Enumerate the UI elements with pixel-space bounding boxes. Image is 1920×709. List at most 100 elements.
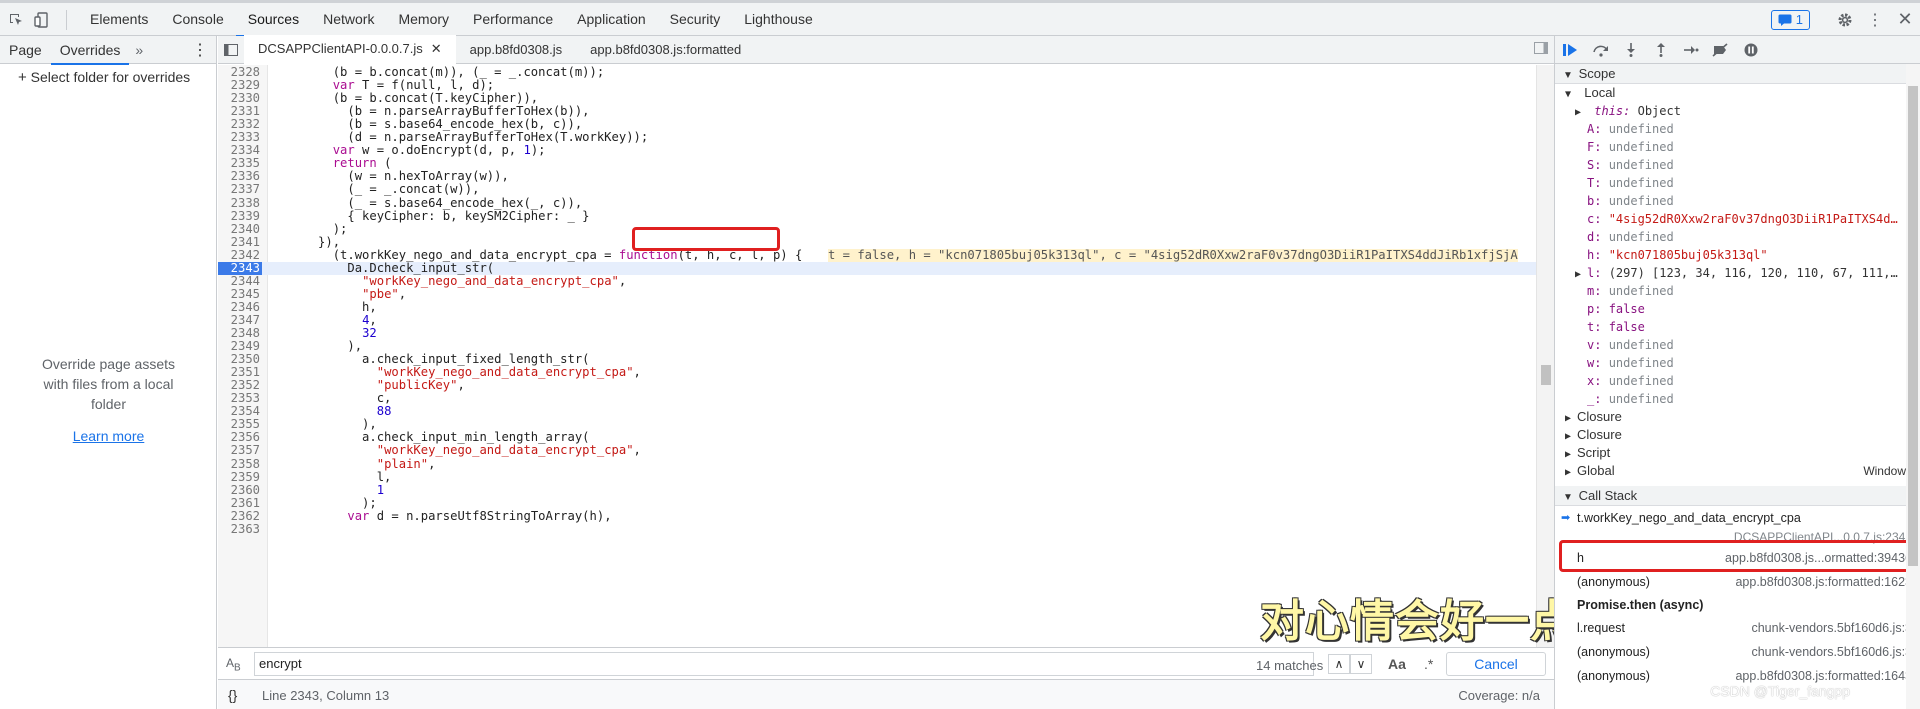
line-number[interactable]: 2344 xyxy=(218,274,262,288)
line-number[interactable]: 2346 xyxy=(218,300,262,314)
close-devtools-icon[interactable]: ✕ xyxy=(1890,3,1920,36)
scope-variable-row[interactable]: A: undefined xyxy=(1565,120,1920,138)
line-number[interactable]: 2347 xyxy=(218,313,262,327)
close-tab-icon[interactable]: ✕ xyxy=(431,35,442,63)
line-number[interactable]: 2338 xyxy=(218,196,262,210)
tab-application[interactable]: Application xyxy=(565,3,658,36)
line-number[interactable]: 2340 xyxy=(218,222,262,236)
code-line[interactable]: 2328 (b = b.concat(m)), (_ = _.concat(m)… xyxy=(218,66,1536,79)
line-number[interactable]: 2355 xyxy=(218,418,262,431)
device-toolbar-icon[interactable] xyxy=(34,11,50,28)
line-number[interactable]: 2337 xyxy=(218,183,262,196)
scope-variable-row[interactable]: ▶ l: (297) [123, 34, 116, 120, 110, 67, 1… xyxy=(1565,264,1920,282)
scope-variable-row[interactable]: S: undefined xyxy=(1565,156,1920,174)
scope-this-row[interactable]: ▶ this: Object xyxy=(1565,102,1920,120)
next-match-chevron-down-icon[interactable]: ∨ xyxy=(1350,654,1372,674)
line-number[interactable]: 2343 xyxy=(218,261,262,275)
line-number[interactable]: 2333 xyxy=(218,131,262,144)
line-number[interactable]: 2339 xyxy=(218,209,262,223)
match-case-button[interactable]: Aa xyxy=(1388,656,1406,672)
line-number[interactable]: 2332 xyxy=(218,118,262,131)
line-number[interactable]: 2341 xyxy=(218,235,262,249)
line-number[interactable]: 2336 xyxy=(218,170,262,183)
scope-variable-row[interactable]: F: undefined xyxy=(1565,138,1920,156)
file-tab[interactable]: app.b8fd0308.js xyxy=(456,36,577,64)
scope-variable-row[interactable]: p: false xyxy=(1565,300,1920,318)
line-number[interactable]: 2354 xyxy=(218,405,262,418)
code-line[interactable]: 2353 c, xyxy=(218,392,1536,405)
line-number[interactable]: 2331 xyxy=(218,105,262,118)
code-line[interactable]: 2329 var T = f(null, l, d); xyxy=(218,79,1536,92)
more-options-kebab-icon[interactable]: ⋮ xyxy=(1860,3,1890,36)
cancel-button[interactable]: Cancel xyxy=(1446,652,1546,676)
call-frame[interactable]: l.request chunk-vendors.5bf160d6.js:3 xyxy=(1555,616,1920,640)
code-line[interactable]: 2330 (b = b.concat(T.keyCipher)), xyxy=(218,92,1536,105)
pause-on-exceptions-icon[interactable] xyxy=(1741,43,1761,57)
code-line[interactable]: 2343 Da.Dcheck_input_str( xyxy=(218,261,1536,275)
select-folder-button[interactable]: + Select folder for overrides xyxy=(0,64,216,90)
tab-performance[interactable]: Performance xyxy=(461,3,565,36)
tab-elements[interactable]: Elements xyxy=(78,3,160,36)
code-line[interactable]: 2337 (_ = _.concat(w)), xyxy=(218,183,1536,196)
scope-variable-row[interactable]: c: "4sig52dR0Xxw2raF0v37dngO3DiiR1PaITXS… xyxy=(1565,210,1920,228)
code-area[interactable]: 2328 (b = b.concat(m)), (_ = _.concat(m)… xyxy=(218,65,1554,661)
code-line[interactable]: 2358 "plain", xyxy=(218,457,1536,471)
code-line[interactable]: 2340 ); xyxy=(218,222,1536,236)
code-line[interactable]: 2363 xyxy=(218,522,1536,536)
scope-variable-row[interactable]: T: undefined xyxy=(1565,174,1920,192)
scope-variable-row[interactable]: b: undefined xyxy=(1565,192,1920,210)
line-number[interactable]: 2349 xyxy=(218,340,262,353)
scope-variable-row[interactable]: t: false xyxy=(1565,318,1920,336)
code-line[interactable]: 2332 (b = s.base64_encode_hex(b, c)), xyxy=(218,118,1536,131)
navigator-menu-kebab-icon[interactable]: ⋮ xyxy=(192,40,208,60)
step-over-icon[interactable] xyxy=(1591,43,1611,57)
code-line[interactable]: 2351 "workKey_nego_and_data_encrypt_cpa"… xyxy=(218,366,1536,379)
settings-gear-icon[interactable] xyxy=(1830,3,1860,36)
tab-lighthouse[interactable]: Lighthouse xyxy=(732,3,825,36)
step-icon[interactable] xyxy=(1681,43,1701,57)
code-line[interactable]: 2361 ); xyxy=(218,496,1536,510)
line-number[interactable]: 2351 xyxy=(218,366,262,379)
line-number[interactable]: 2356 xyxy=(218,431,262,444)
deactivate-breakpoints-icon[interactable] xyxy=(1711,42,1731,57)
sidebar-scrollbar[interactable] xyxy=(1906,64,1920,709)
call-frame[interactable]: (anonymous) chunk-vendors.5bf160d6.js:3 xyxy=(1555,640,1920,664)
scope-section-header[interactable]: ▼ Scope xyxy=(1555,64,1920,84)
toggle-navigator-icon[interactable] xyxy=(218,36,244,64)
tab-overrides[interactable]: Overrides xyxy=(50,36,130,65)
issues-badge[interactable]: 1 xyxy=(1770,9,1810,30)
tab-network[interactable]: Network xyxy=(311,3,386,36)
scrollbar-thumb[interactable] xyxy=(1541,365,1551,385)
line-number[interactable]: 2330 xyxy=(218,92,262,105)
code-line[interactable]: 2359 l, xyxy=(218,470,1536,484)
scope-group-script[interactable]: ▶ Script xyxy=(1565,444,1920,462)
line-number[interactable]: 2363 xyxy=(218,522,262,536)
scope-group-global[interactable]: ▶ Global Window xyxy=(1565,462,1920,480)
file-tab[interactable]: app.b8fd0308.js:formatted xyxy=(576,36,755,64)
code-line[interactable]: 2346 h, xyxy=(218,300,1536,314)
scope-variable-row[interactable]: w: undefined xyxy=(1565,354,1920,372)
line-number[interactable]: 2358 xyxy=(218,457,262,471)
call-frame-active[interactable]: ➡ t.workKey_nego_and_data_encrypt_cpa xyxy=(1555,506,1920,530)
line-number[interactable]: 2362 xyxy=(218,509,262,523)
code-line[interactable]: 2331 (b = n.parseArrayBufferToHex(b)), xyxy=(218,105,1536,118)
scope-variable-row[interactable]: x: undefined xyxy=(1565,372,1920,390)
line-number[interactable]: 2348 xyxy=(218,327,262,340)
resume-execution-icon[interactable] xyxy=(1561,43,1581,57)
code-line[interactable]: 2342 (t.workKey_nego_and_data_encrypt_cp… xyxy=(218,248,1536,262)
call-frame[interactable]: (anonymous) app.b8fd0308.js:formatted:16… xyxy=(1555,570,1920,594)
code-line[interactable]: 2356 a.check_input_min_length_array( xyxy=(218,431,1536,444)
pretty-print-braces-icon[interactable]: {} xyxy=(228,687,237,703)
code-line[interactable]: 2350 a.check_input_fixed_length_str( xyxy=(218,353,1536,366)
code-line[interactable]: 2357 "workKey_nego_and_data_encrypt_cpa"… xyxy=(218,444,1536,457)
line-number[interactable]: 2352 xyxy=(218,379,262,392)
code-line[interactable]: 2336 (w = n.hexToArray(w)), xyxy=(218,170,1536,183)
code-line[interactable]: 2341 }), xyxy=(218,235,1536,249)
scope-variable-row[interactable]: m: undefined xyxy=(1565,282,1920,300)
code-line[interactable]: 2344 "workKey_nego_and_data_encrypt_cpa"… xyxy=(218,274,1536,288)
vertical-scrollbar[interactable] xyxy=(1536,65,1554,661)
scope-variable-row[interactable]: _: undefined xyxy=(1565,390,1920,408)
code-line[interactable]: 2335 return ( xyxy=(218,157,1536,170)
code-line[interactable]: 2338 (_ = s.base64_encode_hex(_, c)), xyxy=(218,196,1536,210)
code-line[interactable]: 2333 (d = n.parseArrayBufferToHex(T.work… xyxy=(218,131,1536,144)
